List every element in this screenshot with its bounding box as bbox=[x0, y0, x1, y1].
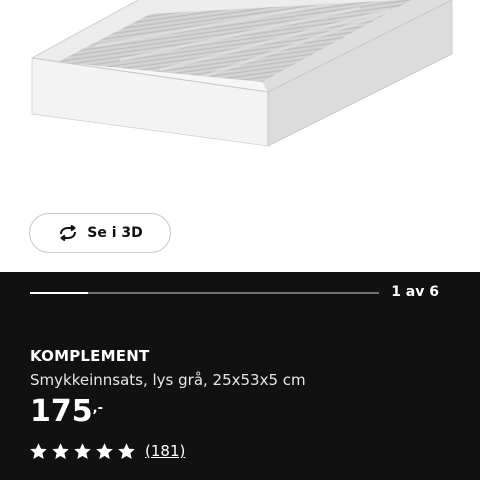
product-description: Smykkeinnsats, lys grå, 25x53x5 cm bbox=[30, 371, 306, 389]
product-name: KOMPLEMENT bbox=[30, 347, 150, 365]
gallery-progress-fill bbox=[30, 292, 89, 294]
star-icon bbox=[96, 442, 113, 459]
review-count-link[interactable]: (181) bbox=[145, 442, 185, 460]
rotate-3d-icon bbox=[60, 225, 77, 241]
star-icon bbox=[118, 442, 135, 459]
view-in-3d-label: Se i 3D bbox=[87, 225, 143, 241]
product-price: 175 ,- bbox=[30, 393, 103, 431]
gallery-progress-bar bbox=[30, 292, 379, 294]
product-rating[interactable]: (181) bbox=[30, 442, 185, 460]
view-in-3d-button[interactable]: Se i 3D bbox=[29, 213, 171, 253]
price-amount: 175 bbox=[30, 394, 93, 429]
product-image-area[interactable]: Se i 3D bbox=[0, 0, 480, 272]
product-info-panel: 1 av 6 KOMPLEMENT Smykkeinnsats, lys grå… bbox=[0, 272, 480, 480]
star-icon bbox=[30, 442, 47, 459]
star-icon bbox=[74, 442, 91, 459]
gallery-counter: 1 av 6 bbox=[391, 284, 439, 300]
star-icon bbox=[52, 442, 69, 459]
rating-stars bbox=[30, 442, 135, 460]
price-suffix: ,- bbox=[92, 401, 103, 416]
